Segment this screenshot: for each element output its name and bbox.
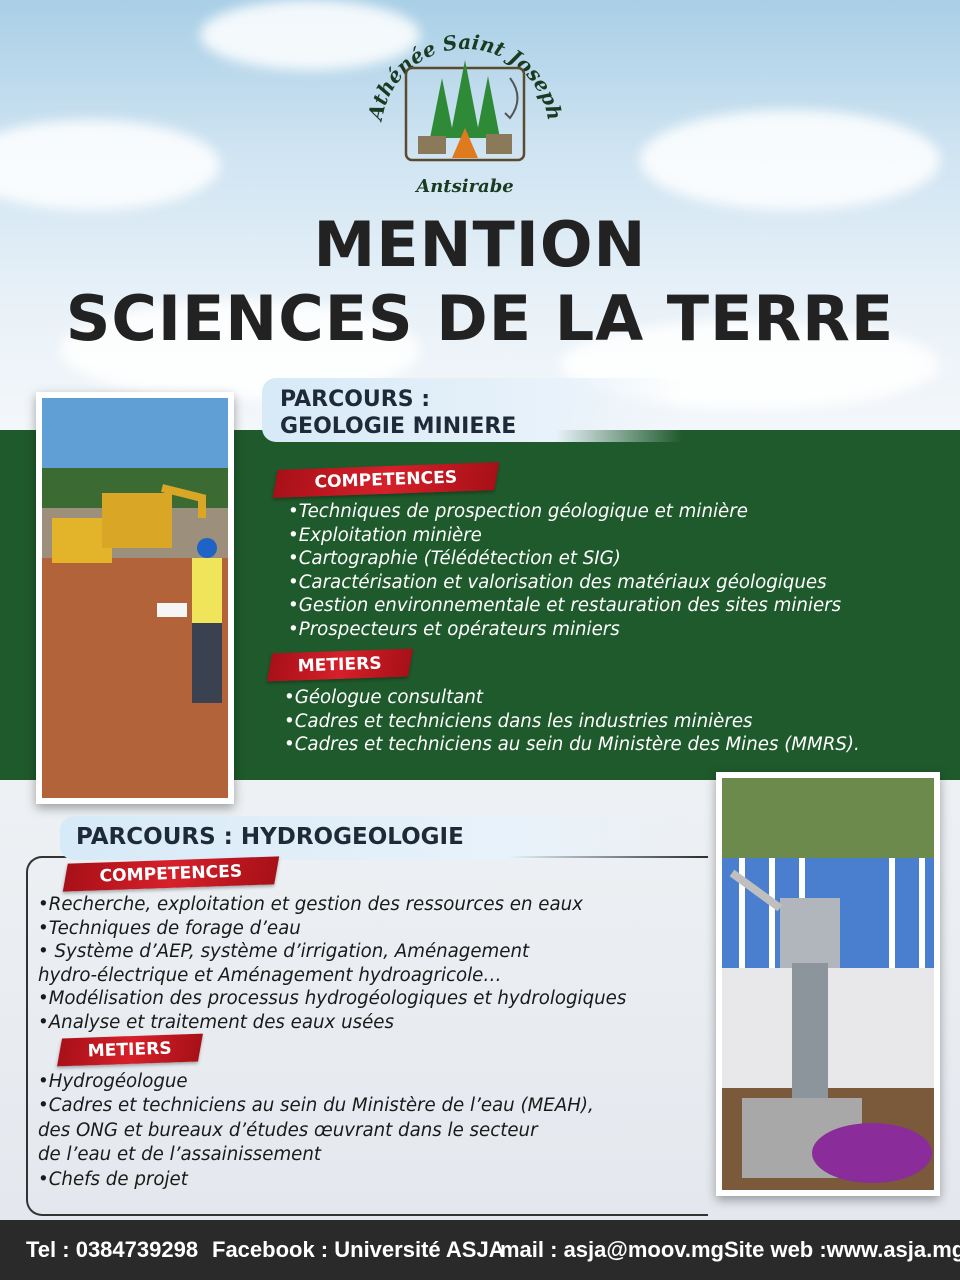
parcours-geologie-label: PARCOURS : GEOLOGIE MINIERE <box>262 378 682 442</box>
competences-ribbon-label: COMPETENCES <box>314 467 458 493</box>
metiers-ribbon-label: METIERS <box>297 653 383 677</box>
list-item: •Techniques de prospection géologique et… <box>288 501 748 522</box>
list-item: •Hydrogéologue <box>38 1071 188 1092</box>
list-item: •Cadres et techniciens au sein du Minist… <box>38 1095 594 1117</box>
list-item: • Système d’AEP, système d’irrigation, A… <box>38 941 530 963</box>
list-item: •Géologue consultant <box>284 687 484 708</box>
list-item: •Recherche, exploitation et gestion des … <box>38 894 583 915</box>
hydro-competences-list: •Recherche, exploitation et gestion des … <box>38 893 626 1035</box>
parcours-geologie-label-line2: GEOLOGIE MINIERE <box>280 414 517 439</box>
parcours-hydro-label: PARCOURS : HYDROGEOLOGIE <box>60 816 700 860</box>
list-item: •Chefs de projet <box>38 1168 188 1190</box>
school-logo: Athénée Saint Joseph Antsirabe <box>363 30 567 197</box>
list-item: •Exploitation minière <box>288 524 482 546</box>
water-pump-photo <box>716 772 940 1196</box>
metiers-ribbon-label: METIERS <box>87 1038 173 1062</box>
list-item: •Techniques de forage d’eau <box>38 917 301 939</box>
metiers-ribbon: METIERS <box>267 648 413 682</box>
geologie-metiers-list: •Géologue consultant •Cadres et technici… <box>284 686 860 757</box>
list-item: de l’eau et de l’assainissement <box>38 1144 322 1166</box>
metiers-ribbon: METIERS <box>57 1033 203 1067</box>
footer-email[interactable]: mail : asja@moov.mg <box>500 1237 724 1263</box>
page-title-line1: MENTION <box>313 208 647 281</box>
footer-phone: Tel : 0384739298 <box>26 1237 199 1262</box>
list-item: •Gestion environnementale et restauratio… <box>288 595 842 617</box>
list-item: •Modélisation des processus hydrogéologi… <box>38 988 627 1010</box>
list-item: des ONG et bureaux d’études œuvrant dans… <box>38 1119 538 1141</box>
list-item: •Cadres et techniciens dans les industri… <box>284 710 753 732</box>
list-item: •Caractérisation et valorisation des mat… <box>288 571 827 593</box>
mining-site-photo <box>36 392 234 804</box>
geologie-competences-list: •Techniques de prospection géologique et… <box>288 500 841 642</box>
parcours-geologie-label-line1: PARCOURS : <box>280 387 431 412</box>
page-title-line2: SCIENCES DE LA TERRE <box>65 282 895 355</box>
cloud-shape <box>640 110 940 210</box>
list-item: •Cartographie (Télédétection et SIG) <box>288 548 621 570</box>
footer-facebook: Facebook : Université ASJA <box>212 1237 505 1262</box>
list-item: •Analyse et traitement des eaux usées <box>38 1011 394 1033</box>
hydro-metiers-list: •Hydrogéologue •Cadres et techniciens au… <box>38 1070 594 1192</box>
competences-ribbon-label: COMPETENCES <box>99 861 243 887</box>
list-item: •Prospecteurs et opérateurs miniers <box>288 618 620 640</box>
list-item: •Cadres et techniciens au sein du Minist… <box>284 734 860 756</box>
footer-contact-bar: Tel : 0384739298 Facebook : Université A… <box>0 1220 960 1280</box>
footer-website[interactable]: Site web :www.asja.mg <box>724 1237 960 1263</box>
logo-city: Antsirabe <box>414 176 514 197</box>
list-item: hydro-électrique et Aménagement hydroagr… <box>38 964 502 986</box>
